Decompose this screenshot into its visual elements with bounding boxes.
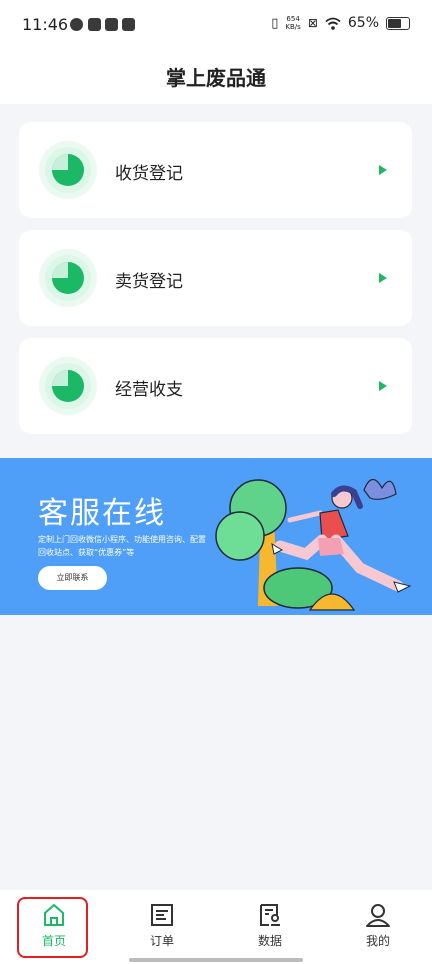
banner-title: 客服在线: [38, 496, 166, 531]
menu-card-label: 经营收支: [115, 380, 183, 400]
menu-card-finance[interactable]: 经营收支: [19, 338, 412, 434]
vibrate-icon: ▯: [271, 15, 279, 31]
menu-card-receive[interactable]: 收货登记: [19, 122, 412, 218]
tab-profile[interactable]: 我的: [338, 902, 418, 949]
data-icon: [260, 904, 280, 926]
arrow-right-icon: [379, 381, 387, 391]
net-speed: 654 KB/s: [285, 15, 301, 31]
tab-orders[interactable]: 订单: [122, 902, 202, 949]
customer-service-banner[interactable]: 客服在线 定制上门回收微信小程序、功能使用咨询、配置回收站点、获取“优惠券”等 …: [0, 458, 432, 615]
tab-label: 我的: [365, 934, 390, 948]
tab-data[interactable]: 数据: [230, 902, 310, 949]
menu-card-sell[interactable]: 卖货登记: [19, 230, 412, 326]
menu-card-label: 收货登记: [115, 164, 183, 184]
banner-subtitle: 定制上门回收微信小程序、功能使用咨询、配置回收站点、获取“优惠券”等: [38, 535, 206, 557]
arrow-right-icon: [379, 165, 387, 175]
home-tab-highlight: [17, 897, 88, 958]
menu-card-label: 卖货登记: [115, 272, 183, 292]
contact-now-button[interactable]: 立即联系: [38, 566, 107, 590]
document-icon: [151, 904, 173, 926]
app-icon: [105, 18, 118, 31]
sim-icon: ⊠: [307, 16, 318, 30]
wifi-icon: [325, 17, 341, 30]
tab-label: 订单: [149, 934, 174, 948]
pie-chart-icon: [39, 249, 97, 307]
play-icon: [88, 18, 101, 31]
user-icon: [366, 904, 390, 927]
status-bar: 11:46 ▯ 654 KB/s ⊠ 65%: [0, 0, 432, 48]
app-header: 掌上废品通: [0, 48, 432, 104]
page-title: 掌上废品通: [166, 66, 266, 90]
pie-chart-icon: [39, 141, 97, 199]
battery-icon: [386, 16, 410, 30]
status-right: ▯ 654 KB/s ⊠ 65%: [271, 15, 410, 31]
arrow-right-icon: [379, 273, 387, 283]
check-icon: [70, 18, 83, 31]
running-woman-illustration: [215, 478, 412, 611]
mail-icon: [122, 18, 135, 31]
home-indicator: [129, 958, 303, 962]
pie-chart-icon: [39, 357, 97, 415]
status-time: 11:46: [22, 15, 69, 34]
tab-label: 数据: [257, 934, 282, 948]
battery-percent: 65%: [347, 15, 379, 31]
